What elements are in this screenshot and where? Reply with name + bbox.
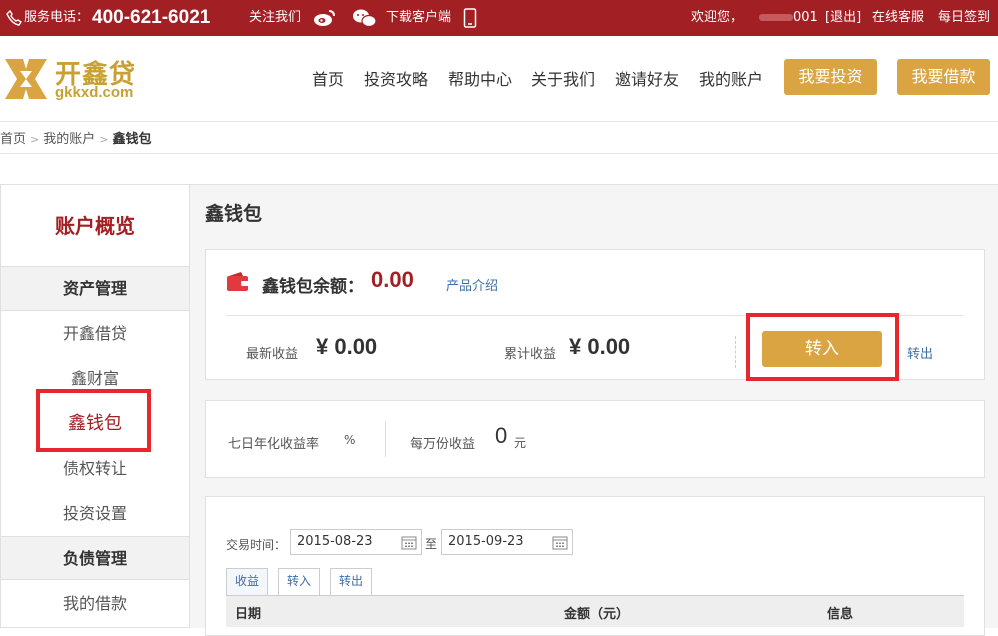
calendar-icon[interactable] (401, 535, 417, 550)
sidebar-item-debt-transfer[interactable]: 债权转让 (1, 446, 189, 491)
nav-my-account[interactable]: 我的账户 (699, 66, 763, 90)
sidebar-group-liabilities: 负债管理 (1, 536, 189, 580)
end-date-input[interactable]: 2015-09-23 (441, 529, 573, 555)
latest-income-value: ¥ 0.00 (316, 334, 378, 359)
sidebar-item-kaixin-lending[interactable]: 开鑫借贷 (1, 311, 189, 356)
tab-transfer-in[interactable]: 转入 (278, 568, 320, 595)
follow-us-label: 关注我们 (249, 10, 302, 25)
nav-about-us[interactable]: 关于我们 (531, 66, 595, 90)
mobile-phone-icon[interactable] (463, 0, 477, 36)
transfer-out-link[interactable]: 转出 (907, 343, 933, 362)
online-service-link[interactable]: 在线客服 (872, 0, 924, 36)
page-title: 鑫钱包 (205, 203, 263, 225)
breadcrumb: 首页 > 我的账户 > 鑫钱包 (0, 128, 151, 147)
divider (385, 421, 386, 457)
product-intro-link[interactable]: 产品介绍 (446, 275, 498, 294)
main-content: 鑫钱包 鑫钱包余额： 0.00 产品介绍 最新收益 ¥ 0.00 累计收益 ¥ … (190, 184, 998, 636)
logout-link[interactable]: [退出] (825, 0, 861, 36)
wechat-icon[interactable] (352, 0, 378, 36)
yield-card: 七日年化收益率 % 每万份收益 0 元 (205, 400, 985, 478)
column-header-date: 日期 (235, 607, 262, 622)
invest-button[interactable]: 我要投资 (784, 59, 877, 95)
divider (735, 336, 736, 368)
daily-signin-link[interactable]: 每日签到 (938, 0, 990, 36)
phone-number: 400-621-6021 (92, 7, 211, 28)
per-10k-income-value: 0 (495, 423, 508, 448)
end-date-value: 2015-09-23 (448, 534, 524, 549)
per-10k-income-unit: 元 (514, 436, 527, 450)
balance-label: 鑫钱包余额： (262, 277, 364, 297)
sidebar-item-investment-settings[interactable]: 投资设置 (1, 491, 189, 536)
highlight-box-transfer-in (746, 313, 899, 381)
annual-rate-label: 七日年化收益率 (228, 437, 320, 452)
logo[interactable]: 开鑫贷 gkkxd.com (3, 54, 163, 104)
tab-transfer-out[interactable]: 转出 (330, 568, 372, 595)
start-date-input[interactable]: 2015-08-23 (290, 529, 422, 555)
logo-domain-text: gkkxd.com (55, 84, 134, 101)
breadcrumb-home[interactable]: 首页 (0, 132, 26, 147)
tab-income[interactable]: 收益 (226, 568, 268, 595)
balance-value: 0.00 (371, 267, 414, 292)
nav-investment-guide[interactable]: 投资攻略 (364, 66, 428, 90)
start-date-value: 2015-08-23 (297, 534, 373, 549)
breadcrumb-current: 鑫钱包 (112, 132, 152, 147)
calendar-icon[interactable] (552, 535, 568, 550)
column-header-info: 信息 (827, 607, 854, 622)
phone-label: 服务电话： (24, 10, 90, 25)
total-income-value: ¥ 0.00 (569, 334, 631, 359)
logo-icon (5, 59, 47, 99)
wallet-icon (227, 272, 249, 291)
annual-rate-unit: % (344, 433, 356, 447)
column-header-amount: 金额（元） (564, 607, 630, 622)
nav-invite-friends[interactable]: 邀请好友 (615, 66, 679, 90)
per-10k-income-label: 每万份收益 (410, 437, 476, 452)
breadcrumb-separator: > (99, 133, 109, 146)
phone-icon (6, 0, 22, 36)
borrow-button[interactable]: 我要借款 (897, 59, 990, 95)
nav-home[interactable]: 首页 (312, 66, 344, 90)
username: 001 (759, 0, 817, 36)
total-income-label: 累计收益 (504, 347, 557, 362)
welcome-text: 欢迎您， (691, 10, 744, 25)
sidebar-title[interactable]: 账户概览 (1, 185, 189, 267)
breadcrumb-separator: > (30, 133, 40, 146)
top-bar: 服务电话： 400-621-6021 关注我们 下载客户端 欢迎您， 001 [… (0, 0, 998, 36)
latest-income-label: 最新收益 (246, 347, 299, 362)
trade-time-label: 交易时间： (226, 538, 287, 552)
nav-help-center[interactable]: 帮助中心 (448, 66, 512, 90)
highlight-box-sidebar (36, 389, 151, 452)
breadcrumb-account[interactable]: 我的账户 (43, 132, 95, 147)
weibo-icon[interactable] (313, 0, 337, 36)
masked-username (759, 14, 793, 21)
header: 开鑫贷 gkkxd.com 首页 投资攻略 帮助中心 关于我们 邀请好友 我的账… (0, 36, 998, 122)
download-client-link[interactable]: 下载客户端 (386, 0, 451, 36)
records-table-header: 日期 金额（元） 信息 (226, 595, 964, 627)
date-range-separator: 至 (425, 537, 438, 551)
sidebar-item-my-loans[interactable]: 我的借款 (1, 581, 189, 626)
sidebar-group-assets: 资产管理 (1, 267, 189, 311)
divider (0, 153, 998, 154)
